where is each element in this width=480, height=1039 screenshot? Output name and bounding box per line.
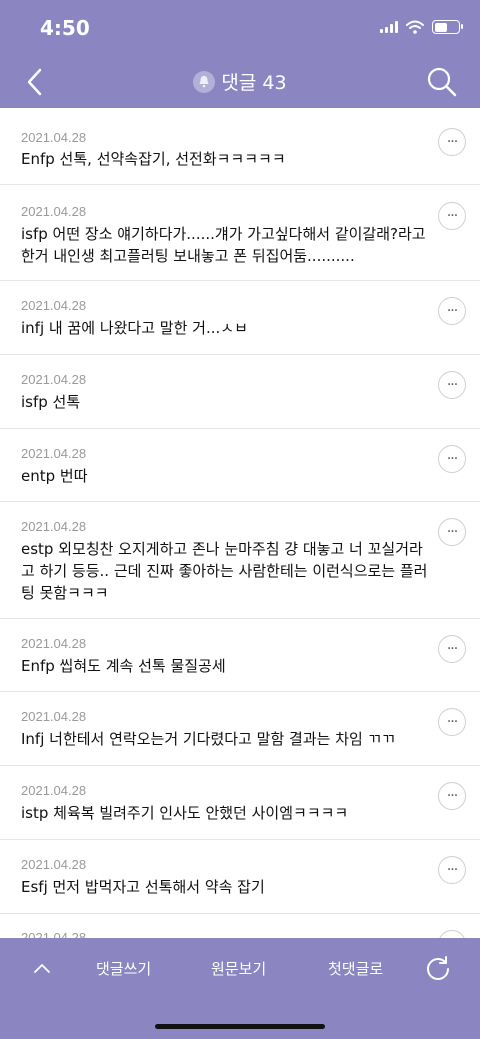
comment-date: 2021.04.28 <box>21 709 87 724</box>
more-options-button[interactable]: ··· <box>438 518 466 546</box>
view-original-button[interactable]: 원문보기 <box>211 958 266 979</box>
more-icon: ··· <box>446 451 458 467</box>
bottom-toolbar: 댓글쓰기 원문보기 첫댓글로 <box>0 938 480 1039</box>
comment-text: istp 체육복 빌려주기 인사도 안했던 사이엠ㅋㅋㅋㅋ <box>21 804 349 822</box>
signal-icon <box>380 21 398 33</box>
comment-item: 2021.04.28 isfp 선톡 ··· <box>0 355 480 429</box>
more-options-button[interactable]: ··· <box>438 708 466 736</box>
comment-item: 2021.04.28 ··· <box>0 914 480 938</box>
more-options-button[interactable]: ··· <box>438 371 466 399</box>
comment-date: 2021.04.28 <box>21 636 87 651</box>
status-icons <box>380 20 463 34</box>
more-icon: ··· <box>446 377 458 393</box>
bell-icon <box>193 70 216 93</box>
more-options-button[interactable]: ··· <box>438 128 466 156</box>
comment-item: 2021.04.28 estp 외모칭찬 오지게하고 존나 눈마주침 걍 대놓고… <box>0 502 480 619</box>
chevron-up-icon[interactable] <box>32 958 52 978</box>
comment-item: 2021.04.28 entp 번따 ··· <box>0 429 480 502</box>
status-time: 4:50 <box>40 16 90 40</box>
more-options-button[interactable]: ··· <box>438 856 466 884</box>
refresh-icon[interactable] <box>424 954 452 982</box>
comment-date: 2021.04.28 <box>21 204 87 219</box>
more-icon: ··· <box>446 303 458 319</box>
wifi-icon <box>406 20 424 34</box>
more-options-button[interactable]: ··· <box>438 930 466 938</box>
comment-item: 2021.04.28 Enfp 선톡, 선약속잡기, 선전화ㅋㅋㅋㅋㅋ ··· <box>0 113 480 185</box>
comment-text: Esfj 먼저 밥먹자고 선톡해서 약속 잡기 <box>21 878 265 896</box>
comment-item: 2021.04.28 Esfj 먼저 밥먹자고 선톡해서 약속 잡기 ··· <box>0 840 480 914</box>
comment-item: 2021.04.28 infj 내 꿈에 나왔다고 말한 거...ㅅㅂ ··· <box>0 281 480 355</box>
comment-text: Enfp 선톡, 선약속잡기, 선전화ㅋㅋㅋㅋㅋ <box>21 150 286 168</box>
comment-item: 2021.04.28 istp 체육복 빌려주기 인사도 안했던 사이엠ㅋㅋㅋㅋ… <box>0 766 480 840</box>
more-options-button[interactable]: ··· <box>438 635 466 663</box>
more-icon: ··· <box>446 641 458 657</box>
comment-date: 2021.04.28 <box>21 783 87 798</box>
status-bar: 4:50 <box>0 0 480 56</box>
comment-date: 2021.04.28 <box>21 130 87 145</box>
more-icon: ··· <box>446 208 458 224</box>
search-icon[interactable] <box>426 66 458 98</box>
comment-text: Enfp 씹혀도 계속 선톡 물질공세 <box>21 657 226 675</box>
battery-icon <box>432 20 463 34</box>
first-comment-button[interactable]: 첫댓글로 <box>328 958 383 979</box>
comment-text: Infj 너한테서 연락오는거 기다렸다고 말함 결과는 차임 ㄲㄲ <box>21 730 396 748</box>
comment-text: isfp 선톡 <box>21 393 81 411</box>
write-comment-button[interactable]: 댓글쓰기 <box>96 958 151 979</box>
comment-date: 2021.04.28 <box>21 519 87 534</box>
comment-text: infj 내 꿈에 나왔다고 말한 거...ㅅㅂ <box>21 319 248 337</box>
more-options-button[interactable]: ··· <box>438 202 466 230</box>
more-icon: ··· <box>446 524 458 540</box>
page-title: 댓글 43 <box>0 68 480 95</box>
nav-title-text: 댓글 43 <box>221 72 287 94</box>
nav-bar: 댓글 43 <box>0 56 480 108</box>
more-options-button[interactable]: ··· <box>438 782 466 810</box>
comment-date: 2021.04.28 <box>21 372 87 387</box>
comment-date: 2021.04.28 <box>21 298 87 313</box>
comment-item: 2021.04.28 Enfp 씹혀도 계속 선톡 물질공세 ··· <box>0 619 480 692</box>
more-icon: ··· <box>446 134 458 150</box>
comment-item: 2021.04.28 Infj 너한테서 연락오는거 기다렸다고 말함 결과는 … <box>0 692 480 766</box>
comment-text: isfp 어떤 장소 얘기하다가......걔가 가고싶다해서 같이갈래?라고 … <box>21 225 426 265</box>
more-options-button[interactable]: ··· <box>438 445 466 473</box>
comment-item: 2021.04.28 isfp 어떤 장소 얘기하다가......걔가 가고싶다… <box>0 185 480 281</box>
comment-list[interactable]: 2021.04.28 Enfp 선톡, 선약속잡기, 선전화ㅋㅋㅋㅋㅋ ··· … <box>0 113 480 938</box>
home-indicator <box>155 1024 325 1029</box>
comment-text: estp 외모칭찬 오지게하고 존나 눈마주침 걍 대놓고 너 꼬실거라고 하기… <box>21 540 428 602</box>
more-icon: ··· <box>446 714 458 730</box>
more-options-button[interactable]: ··· <box>438 297 466 325</box>
more-icon: ··· <box>446 788 458 804</box>
more-icon: ··· <box>446 862 458 878</box>
comment-text: entp 번따 <box>21 467 88 485</box>
comment-date: 2021.04.28 <box>21 446 87 461</box>
comment-date: 2021.04.28 <box>21 857 87 872</box>
comment-date: 2021.04.28 <box>21 930 87 938</box>
